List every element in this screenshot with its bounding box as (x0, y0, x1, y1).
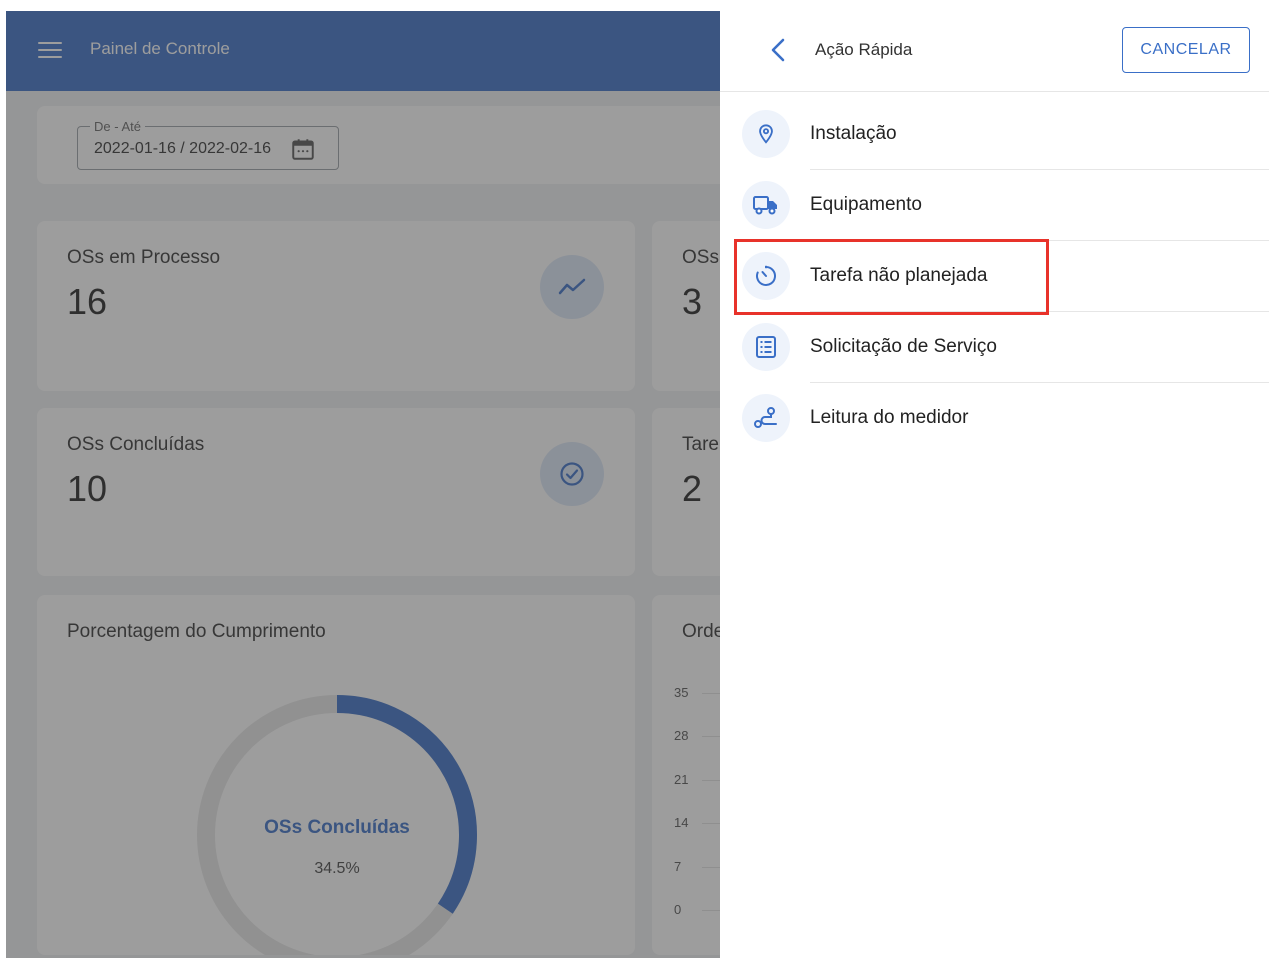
back-chevron-icon[interactable] (768, 36, 790, 64)
quick-action-label: Tarefa não planejada (810, 265, 988, 286)
quick-action-service-request[interactable]: Solicitação de Serviço (720, 312, 1269, 383)
quick-action-panel: Ação Rápida CANCELAR Instalação Equipame… (720, 0, 1269, 958)
cancel-button[interactable]: CANCELAR (1122, 27, 1250, 73)
panel-header: Ação Rápida CANCELAR (720, 0, 1269, 92)
quick-action-meter-reading[interactable]: Leitura do medidor (720, 383, 1269, 454)
quick-action-label: Solicitação de Serviço (810, 336, 997, 357)
location-pin-icon (742, 110, 790, 158)
modal-scrim[interactable] (6, 11, 720, 958)
panel-title: Ação Rápida (815, 40, 913, 59)
quick-action-unplanned-task[interactable]: Tarefa não planejada (720, 241, 1269, 312)
route-icon (742, 394, 790, 442)
quick-action-label: Instalação (810, 123, 897, 144)
form-list-icon (742, 323, 790, 371)
quick-action-label: Leitura do medidor (810, 407, 969, 428)
quick-action-label: Equipamento (810, 194, 922, 215)
truck-icon (742, 181, 790, 229)
timer-icon (742, 252, 790, 300)
quick-action-installation[interactable]: Instalação (720, 99, 1269, 170)
quick-action-equipment[interactable]: Equipamento (720, 170, 1269, 241)
